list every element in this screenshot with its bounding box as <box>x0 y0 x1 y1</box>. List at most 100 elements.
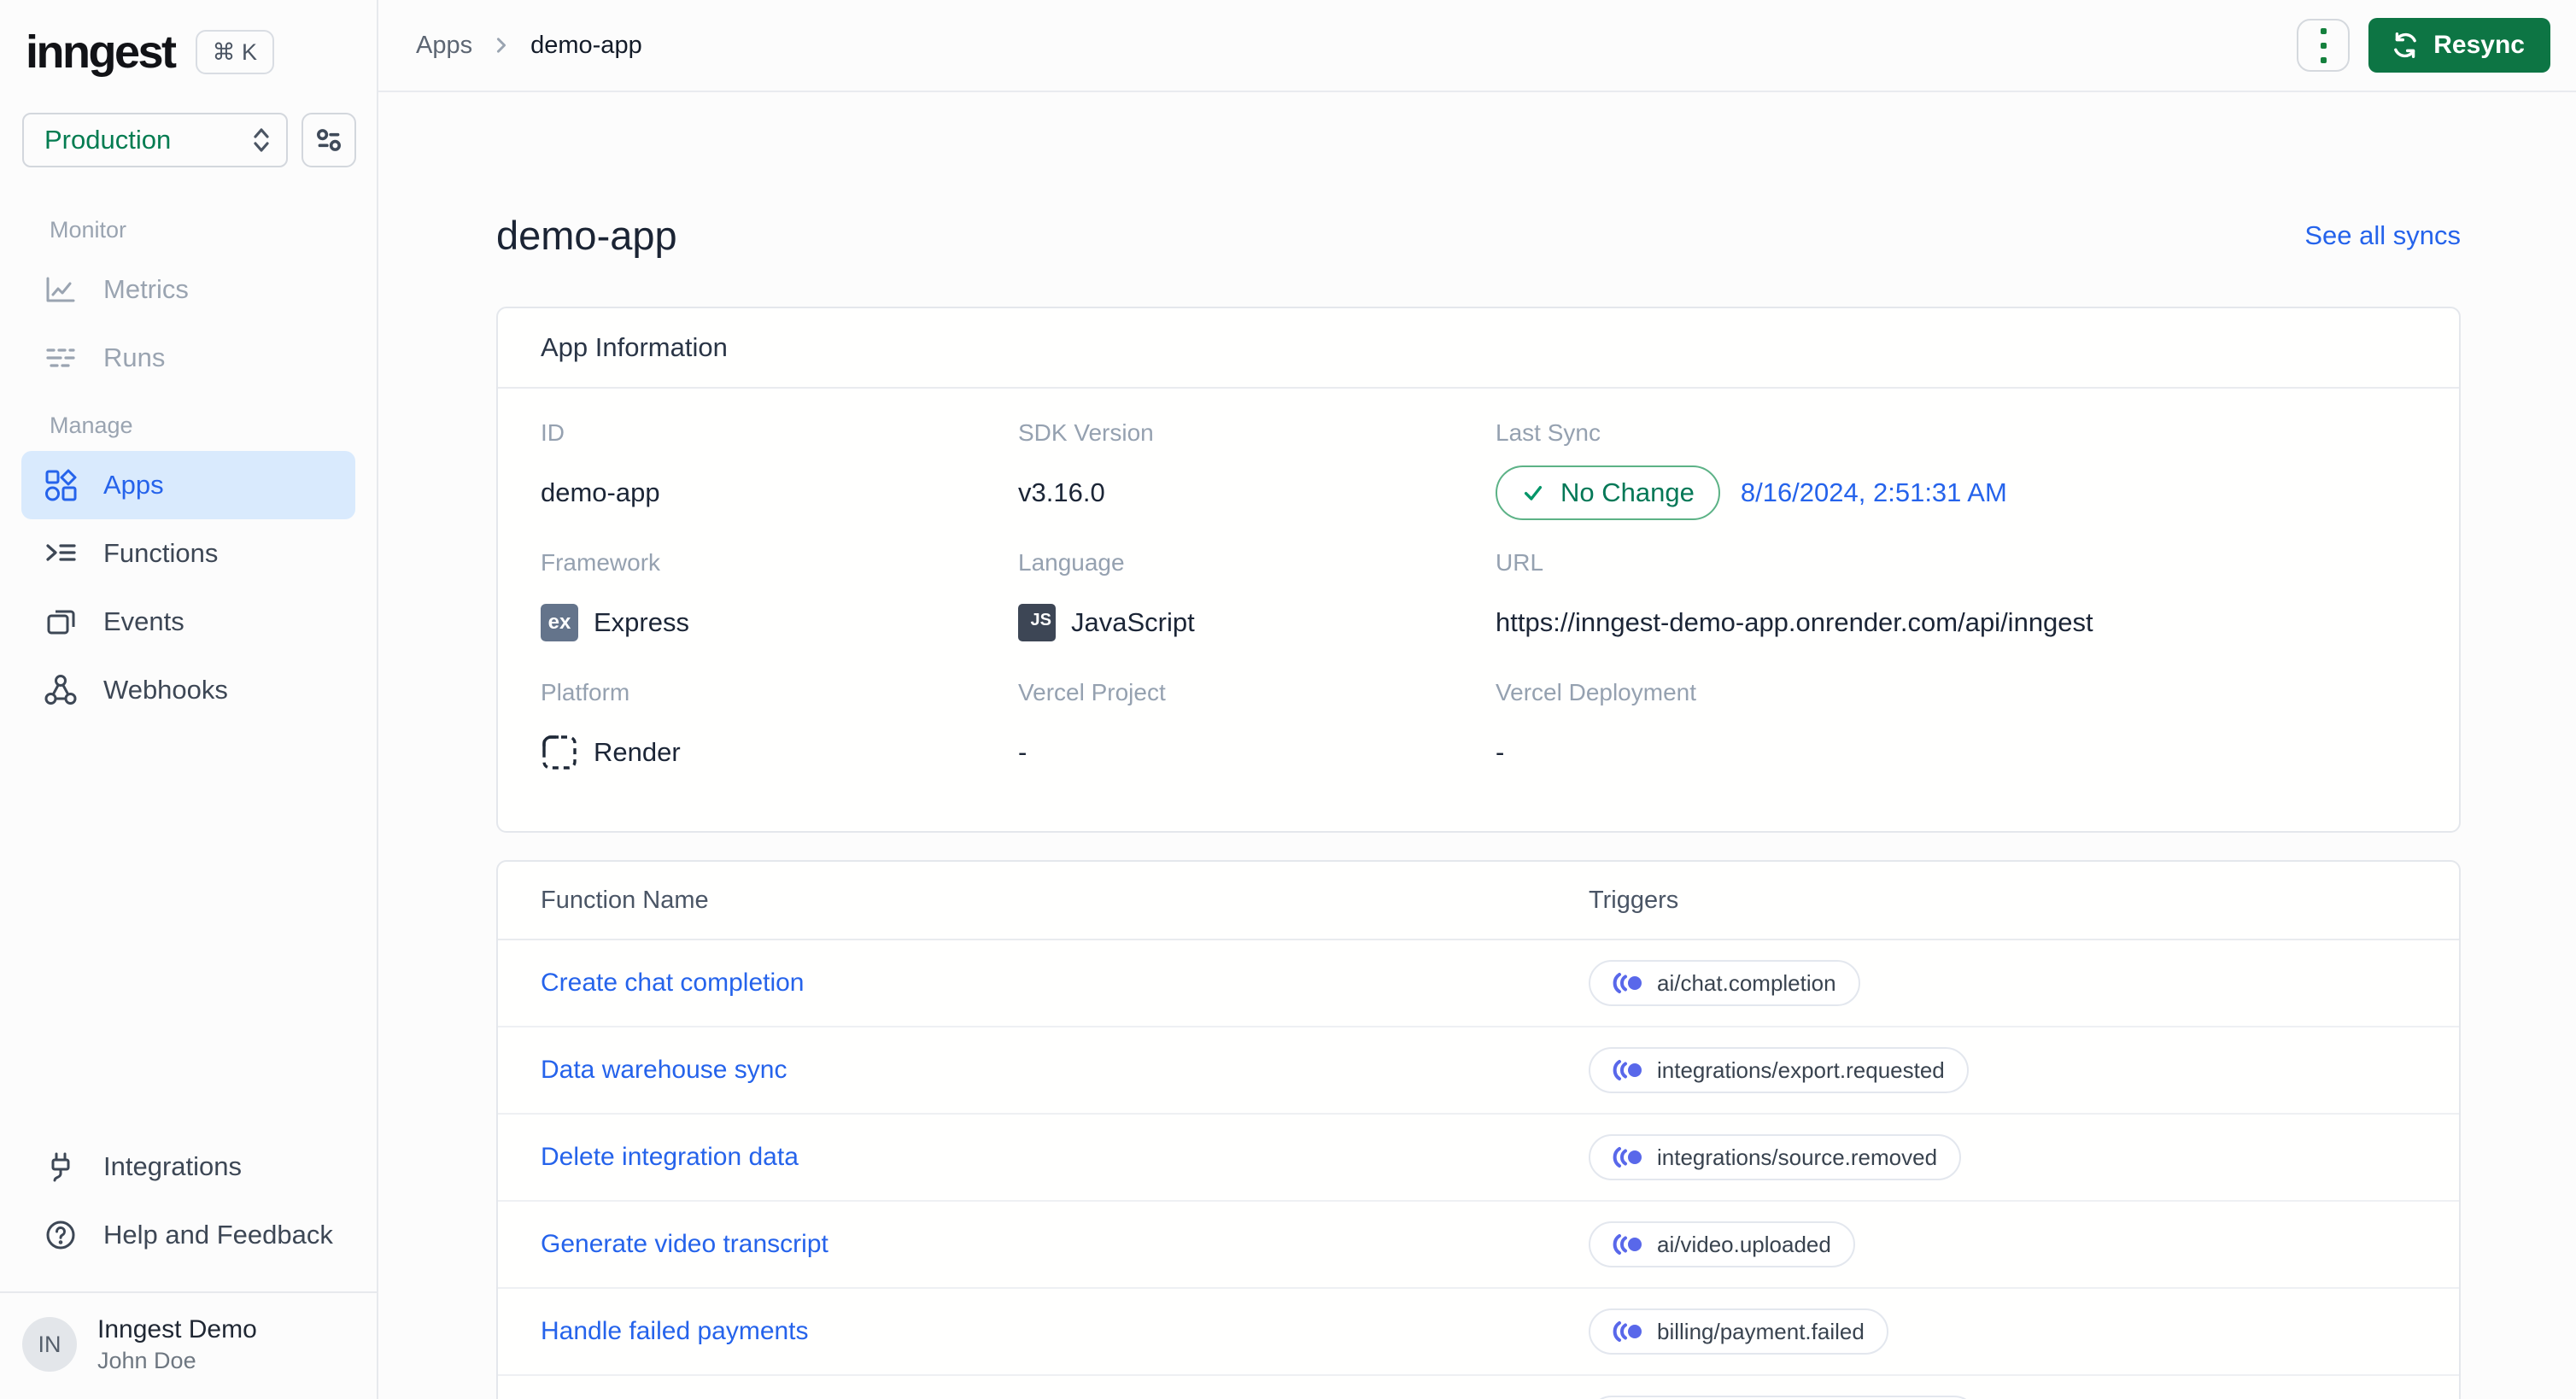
language-name: JavaScript <box>1071 607 1195 637</box>
user-menu[interactable]: IN Inngest Demo John Doe <box>0 1291 377 1399</box>
metrics-icon <box>44 272 78 307</box>
app-actions-menu-button[interactable] <box>2297 19 2351 72</box>
field-id: ID demo-app <box>541 418 1018 520</box>
sidebar-item-label: Events <box>103 606 184 636</box>
sidebar-item-help-feedback[interactable]: Help and Feedback <box>21 1201 355 1269</box>
event-trigger-icon <box>1613 973 1642 993</box>
function-link[interactable]: Data warehouse sync <box>541 1056 787 1084</box>
sidebar-item-runs[interactable]: Runs <box>21 324 355 392</box>
trigger-label: integrations/export.requested <box>1657 1057 1945 1083</box>
trigger-pill[interactable]: ai/video.uploaded <box>1589 1221 1855 1267</box>
no-change-badge[interactable]: No Change <box>1496 465 1720 520</box>
see-all-syncs-link[interactable]: See all syncs <box>2304 220 2461 251</box>
chevron-right-icon <box>491 35 512 56</box>
table-row: Generate video transcript ai/video.uploa… <box>498 1202 2459 1289</box>
table-row: Data warehouse sync integrations/export.… <box>498 1027 2459 1115</box>
field-label: Last Sync <box>1496 419 1601 446</box>
chevron-updown-icon <box>250 125 272 155</box>
inngest-logo: inngest <box>26 26 177 78</box>
field-label: URL <box>1496 549 1544 576</box>
sidebar-item-webhooks[interactable]: Webhooks <box>21 656 355 724</box>
field-label: Platform <box>541 679 630 705</box>
badge-label: No Change <box>1560 477 1695 507</box>
event-trigger-icon <box>1613 1234 1642 1255</box>
app-information-card: App Information ID demo-app SDK Version … <box>496 307 2461 833</box>
function-link[interactable]: Create chat completion <box>541 969 805 997</box>
trigger-label: integrations/source.removed <box>1657 1144 1938 1170</box>
sidebar-item-integrations[interactable]: Integrations <box>21 1133 355 1201</box>
trigger-pill[interactable]: integrations/export.requested <box>1589 1047 1969 1093</box>
user-name: John Doe <box>97 1348 196 1373</box>
function-link[interactable]: Handle failed payments <box>541 1317 809 1345</box>
field-label: SDK Version <box>1018 419 1154 446</box>
javascript-icon: JS <box>1018 604 1056 641</box>
resync-label: Resync <box>2433 31 2525 59</box>
sidebar-item-label: Apps <box>103 470 164 500</box>
function-link[interactable]: Generate video transcript <box>541 1230 828 1258</box>
user-org-name: Inngest Demo <box>97 1315 257 1343</box>
field-value: v3.16.0 <box>1018 477 1105 507</box>
trigger-label: ai/chat.completion <box>1657 969 1836 996</box>
event-trigger-icon <box>1613 1147 1642 1168</box>
environment-select[interactable]: Production <box>22 113 288 167</box>
help-icon <box>44 1218 78 1252</box>
nav-section-manage: Manage <box>50 413 133 438</box>
trigger-pill[interactable]: integrations/source.connected <box>1589 1396 1977 1399</box>
breadcrumb-demo-app: demo-app <box>530 31 642 59</box>
render-icon <box>541 734 578 771</box>
page-title: demo-app <box>496 213 677 258</box>
field-value: Render <box>541 725 1018 780</box>
nav-section-monitor: Monitor <box>50 217 127 243</box>
last-sync-value: No Change 8/16/2024, 2:51:31 AM <box>1496 465 2416 520</box>
field-vercel-project: Vercel Project - <box>1018 677 1496 780</box>
trigger-pill[interactable]: integrations/source.removed <box>1589 1134 1962 1180</box>
table-row: Delete integration data integrations/sou… <box>498 1115 2459 1202</box>
function-link[interactable]: Delete integration data <box>541 1143 799 1171</box>
field-value: demo-app <box>541 477 660 507</box>
environment-settings-button[interactable] <box>302 113 356 167</box>
column-triggers: Triggers <box>1589 886 1679 914</box>
event-trigger-icon <box>1613 1060 1642 1080</box>
app-information-grid: ID demo-app SDK Version v3.16.0 Last Syn… <box>498 389 2459 831</box>
sidebar-item-functions[interactable]: Functions <box>21 519 355 588</box>
event-trigger-icon <box>1613 1321 1642 1342</box>
logo-row: inngest ⌘ K <box>0 0 377 79</box>
sidebar-item-label: Runs <box>103 342 166 372</box>
field-language: Language JS JavaScript <box>1018 547 1496 650</box>
field-label: Language <box>1018 549 1125 576</box>
column-function-name: Function Name <box>541 886 709 914</box>
events-icon <box>44 605 78 639</box>
field-label: Framework <box>541 549 661 576</box>
field-label: Vercel Project <box>1018 679 1166 705</box>
page-head: demo-app See all syncs <box>496 212 2461 259</box>
user-info: Inngest Demo John Doe <box>97 1314 257 1375</box>
runs-icon <box>44 341 78 375</box>
trigger-pill[interactable]: billing/payment.failed <box>1589 1308 1888 1355</box>
command-k-shortcut-badge[interactable]: ⌘ K <box>195 30 275 74</box>
field-vercel-deployment: Vercel Deployment - <box>1496 677 2416 780</box>
sidebar-item-events[interactable]: Events <box>21 588 355 656</box>
environment-row: Production <box>0 113 377 167</box>
breadcrumb: Apps demo-app <box>416 32 642 60</box>
main-content: demo-app See all syncs App Information I… <box>378 94 2576 1399</box>
framework-name: Express <box>594 607 689 637</box>
sidebar-item-apps[interactable]: Apps <box>21 451 355 519</box>
sidebar-item-label: Webhooks <box>103 675 228 705</box>
webhooks-icon <box>44 673 78 707</box>
trigger-label: ai/video.uploaded <box>1657 1231 1831 1257</box>
kebab-icon <box>2320 27 2327 63</box>
sidebar-item-metrics[interactable]: Metrics <box>21 255 355 324</box>
last-sync-timestamp-link[interactable]: 8/16/2024, 2:51:31 AM <box>1741 475 2007 511</box>
trigger-pill[interactable]: ai/chat.completion <box>1589 960 1860 1006</box>
field-value: JS JavaScript <box>1018 595 1496 650</box>
avatar: IN <box>22 1317 77 1372</box>
table-row: Handle failed payments billing/payment.f… <box>498 1289 2459 1376</box>
field-framework: Framework ex Express <box>541 547 1018 650</box>
field-value: ex Express <box>541 595 1018 650</box>
breadcrumb-apps[interactable]: Apps <box>416 32 472 60</box>
field-label: Vercel Deployment <box>1496 679 1697 705</box>
resync-button[interactable]: Resync <box>2368 18 2550 73</box>
table-row: Import data pipeline integrations/source… <box>498 1376 2459 1399</box>
sync-icon <box>2391 31 2420 60</box>
field-platform: Platform Render <box>541 677 1018 780</box>
